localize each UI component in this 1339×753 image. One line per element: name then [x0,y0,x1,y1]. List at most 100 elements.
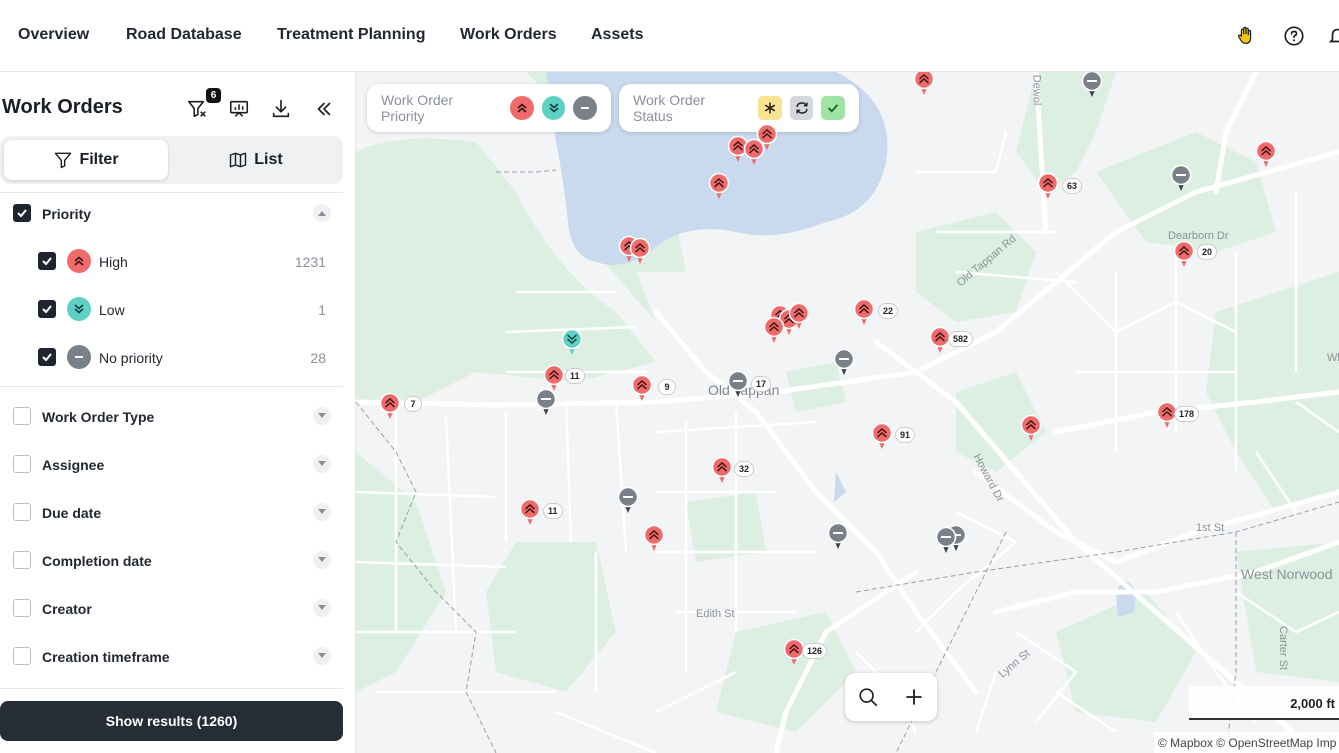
cluster-count-badge[interactable]: 91 [895,427,916,443]
high-priority-pin[interactable] [631,374,653,402]
map-controls [845,673,937,721]
nav-overview[interactable]: Overview [18,26,89,44]
assignee-checkbox[interactable] [13,455,31,473]
due-date-label: Due date [42,505,102,521]
help-icon[interactable] [1282,24,1306,48]
work-order-type-checkbox[interactable] [13,407,31,425]
high-priority-pin[interactable] [1255,140,1277,168]
show-results-button[interactable]: Show results (1260) [0,701,343,741]
high-priority-pin[interactable] [756,123,778,151]
download-icon[interactable] [268,96,294,122]
wave-hand-icon[interactable] [1234,24,1258,48]
scale-label: 2,000 ft [1290,696,1335,711]
high-priority-pin[interactable] [379,392,401,420]
tab-filter[interactable]: Filter [4,140,168,180]
zoom-in-icon[interactable] [899,682,929,712]
cluster-count-badge[interactable]: 22 [878,303,899,319]
divider [0,688,343,689]
filter-icon [55,152,72,169]
cluster-count-badge[interactable]: 11 [565,368,585,384]
none-priority-pin[interactable] [935,526,957,554]
cluster-count-badge[interactable]: 126 [802,643,828,659]
high-priority-pin[interactable] [788,302,810,330]
chevron-down-icon[interactable] [313,455,331,473]
high-priority-pin[interactable] [1037,172,1059,200]
collapse-sidebar-icon[interactable] [311,96,337,122]
cluster-count-badge[interactable]: 32 [734,461,755,477]
nav-road-database[interactable]: Road Database [126,26,242,44]
cluster-count-badge[interactable]: 178 [1174,406,1200,422]
priority-low-label: Low [99,302,125,318]
priority-low-checkbox[interactable] [38,300,56,318]
high-priority-icon [67,249,91,273]
due-date-checkbox[interactable] [13,503,31,521]
creator-checkbox[interactable] [13,599,31,617]
cluster-count-badge[interactable]: 582 [948,331,974,347]
nav-assets[interactable]: Assets [591,26,643,44]
map-canvas[interactable]: Old Tappan West Norwood Old Tappan Rd De… [356,72,1339,753]
place-label: West Norwood [1241,566,1333,582]
high-priority-pin[interactable] [708,172,730,200]
none-priority-pin[interactable] [1081,72,1103,98]
search-icon[interactable] [853,682,883,712]
none-priority-pin[interactable] [833,348,855,376]
asterisk-icon[interactable] [758,96,782,120]
chevron-down-icon[interactable] [313,647,331,665]
priority-low-count: 1 [318,302,326,318]
cluster-count-badge[interactable]: 7 [404,396,422,412]
tab-list[interactable]: List [172,140,339,180]
check-icon[interactable] [821,96,845,120]
priority-none-checkbox[interactable] [38,348,56,366]
scale-bar [1189,718,1339,720]
refresh-icon[interactable] [789,96,814,120]
cluster-count-badge[interactable]: 20 [1197,244,1218,260]
map-attribution[interactable]: © Mapbox © OpenStreetMap Imp [1154,732,1339,753]
high-priority-pin[interactable] [871,422,893,450]
street-label: Dewol [1030,74,1043,106]
high-priority-pin[interactable] [913,72,935,96]
high-priority-pin[interactable] [1173,240,1195,268]
priority-none-label: No priority [99,350,163,366]
priority-label: Priority [42,206,92,222]
high-priority-pin[interactable] [1020,414,1042,442]
creation-timeframe-checkbox[interactable] [13,647,31,665]
high-priority-icon[interactable] [510,96,534,120]
bell-icon[interactable] [1326,24,1339,48]
assignee-label: Assignee [42,457,105,473]
chevron-up-icon[interactable] [313,204,331,222]
cluster-count-badge[interactable]: 63 [1062,178,1083,194]
cluster-count-badge[interactable]: 9 [658,379,676,395]
map-icon [230,152,247,168]
nav-treatment-planning[interactable]: Treatment Planning [277,26,425,44]
high-priority-pin[interactable] [519,498,541,526]
chevron-down-icon[interactable] [313,407,331,425]
none-priority-pin[interactable] [727,370,749,398]
none-priority-pin[interactable] [1170,164,1192,192]
priority-high-label: High [99,254,128,270]
low-priority-icon [67,297,91,321]
priority-high-checkbox[interactable] [38,252,56,270]
low-priority-pin[interactable] [561,328,583,356]
no-priority-icon[interactable] [573,96,598,120]
nav-work-orders[interactable]: Work Orders [460,26,557,44]
high-priority-pin[interactable] [711,456,733,484]
high-priority-pin[interactable] [629,237,651,265]
none-priority-pin[interactable] [535,388,557,416]
priority-checkbox[interactable] [13,204,31,222]
high-priority-pin[interactable] [763,316,785,344]
high-priority-pin[interactable] [853,298,875,326]
status-legend-label: Work Order Status [633,92,706,124]
chevron-down-icon[interactable] [313,551,331,569]
cluster-count-badge[interactable]: 11 [543,503,563,519]
tab-list-label: List [254,151,283,168]
chevron-down-icon[interactable] [313,503,331,521]
cluster-count-badge[interactable]: 17 [751,376,772,392]
low-priority-icon[interactable] [541,96,566,120]
high-priority-pin[interactable] [643,524,665,552]
none-priority-pin[interactable] [617,486,639,514]
presentation-chart-icon[interactable] [226,96,252,122]
priority-legend: Work Order Priority [367,84,611,132]
chevron-down-icon[interactable] [313,599,331,617]
none-priority-pin[interactable] [827,522,849,550]
completion-date-checkbox[interactable] [13,551,31,569]
